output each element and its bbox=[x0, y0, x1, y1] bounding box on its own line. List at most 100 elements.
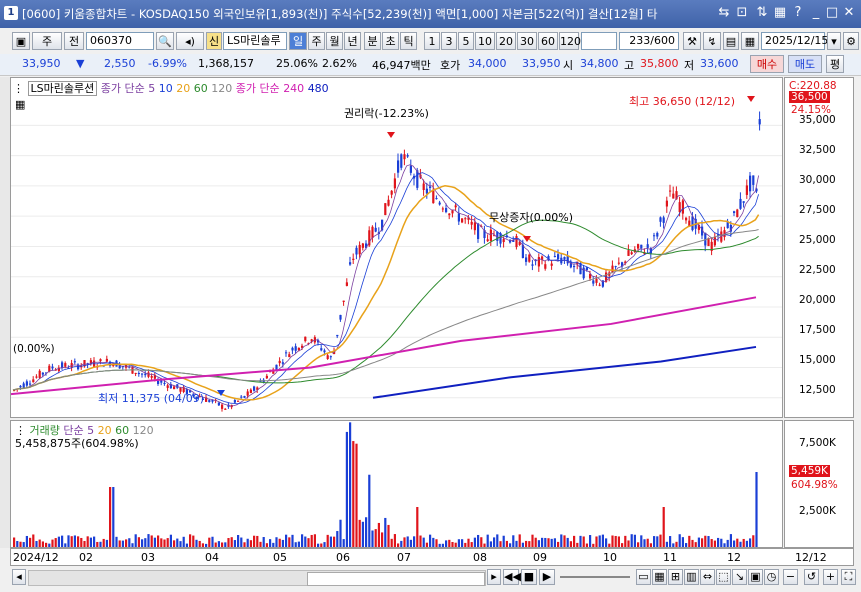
volume-bar bbox=[371, 530, 374, 547]
date-dropdown-icon[interactable]: ▾ bbox=[827, 32, 841, 50]
buy-button[interactable]: 매수 bbox=[750, 55, 784, 73]
tools-icon[interactable]: ⚒ bbox=[683, 32, 701, 50]
tick-5[interactable]: 5 bbox=[458, 32, 474, 50]
tick-120[interactable]: 120 bbox=[559, 32, 581, 50]
prev-menu[interactable]: 전 bbox=[64, 32, 84, 50]
volume-bar bbox=[243, 542, 246, 547]
stock-code-input[interactable]: 060370 bbox=[86, 32, 154, 50]
layout-icon[interactable]: ▣ bbox=[12, 32, 30, 50]
candle bbox=[323, 350, 326, 353]
tick-3[interactable]: 3 bbox=[441, 32, 457, 50]
date-input[interactable]: 2025/12/15 bbox=[761, 32, 828, 50]
count-value: 233 bbox=[629, 34, 651, 47]
search-icon[interactable]: 🔍 bbox=[156, 32, 174, 50]
period-day[interactable]: 일 bbox=[289, 32, 307, 50]
volume-bar bbox=[729, 534, 732, 547]
sort-icon[interactable]: ⇅ bbox=[754, 5, 770, 21]
eval-button[interactable]: 평 bbox=[826, 55, 844, 73]
volume-bar bbox=[467, 538, 470, 547]
price-chart-panel[interactable]: ⋮ LS마린솔루션 종가 단순 5 10 20 60 120 종가 단순 240… bbox=[10, 77, 783, 418]
volume-bar bbox=[227, 538, 230, 547]
volume-bar bbox=[105, 539, 108, 547]
price-tick: 17,500 bbox=[799, 324, 836, 336]
grid-icon[interactable]: ▦ bbox=[772, 5, 788, 21]
tick-30[interactable]: 30 bbox=[517, 32, 537, 50]
tick-10[interactable]: 10 bbox=[475, 32, 495, 50]
zoom-in-icon[interactable]: + bbox=[823, 569, 838, 585]
pin-icon[interactable]: ⊡ bbox=[734, 5, 750, 21]
fullscreen-icon[interactable]: ⛶ bbox=[841, 569, 856, 585]
volume-bar bbox=[736, 538, 739, 547]
period-year[interactable]: 년 bbox=[344, 32, 361, 50]
data-count[interactable]: 233/600 bbox=[619, 32, 679, 50]
candle bbox=[691, 216, 694, 231]
speaker-icon[interactable]: ◂) bbox=[176, 32, 204, 50]
reset-icon[interactable]: ↺ bbox=[804, 569, 819, 585]
price-axis[interactable]: C:220.88 35,000 32,500 30,000 27,500 25,000 2… bbox=[784, 77, 854, 418]
play-icon[interactable]: ▶ bbox=[539, 569, 555, 585]
candle bbox=[291, 347, 294, 351]
volume-bar bbox=[185, 543, 188, 547]
fit-icon[interactable]: ⬚ bbox=[716, 569, 731, 585]
split-icon[interactable]: ⊞ bbox=[668, 569, 683, 585]
capital-increase-annotation: 무상증자(0.00%) bbox=[489, 211, 574, 224]
volume-bar bbox=[470, 542, 473, 547]
candle bbox=[99, 359, 102, 362]
tick-20[interactable]: 20 bbox=[496, 32, 516, 50]
candle bbox=[528, 254, 531, 262]
grid-icon-small[interactable]: ▦ bbox=[652, 569, 667, 585]
period-minute[interactable]: 분 bbox=[364, 32, 381, 50]
calendar-icon[interactable]: ▦ bbox=[741, 32, 759, 50]
zoom-out-icon[interactable]: − bbox=[783, 569, 798, 585]
period-tick[interactable]: 틱 bbox=[400, 32, 417, 50]
scroll-right-icon[interactable]: ▸ bbox=[487, 569, 501, 585]
volume-bar bbox=[29, 537, 32, 547]
label-icon[interactable]: ▣ bbox=[748, 569, 763, 585]
stop-icon[interactable]: ■ bbox=[521, 569, 537, 585]
volume-bar bbox=[435, 539, 438, 547]
volume-bar bbox=[582, 536, 585, 547]
price-chart[interactable] bbox=[11, 78, 782, 417]
horizontal-scrollbar[interactable] bbox=[28, 570, 486, 586]
candle bbox=[221, 404, 224, 409]
volume-bar bbox=[541, 537, 544, 547]
minimize-icon[interactable]: _ bbox=[808, 5, 824, 21]
period-menu[interactable]: 주 bbox=[32, 32, 62, 50]
help-icon[interactable]: ? bbox=[790, 5, 806, 21]
zoom-box-icon[interactable]: ▭ bbox=[636, 569, 651, 585]
volume-bar bbox=[445, 540, 448, 547]
maximize-icon[interactable]: □ bbox=[824, 5, 840, 21]
trend-icon[interactable]: ↯ bbox=[703, 32, 721, 50]
scroll-thumb[interactable] bbox=[307, 572, 485, 586]
volume-bar bbox=[288, 537, 291, 547]
volume-axis[interactable]: 7,500K 5,459K 604.98% 2,500K bbox=[784, 420, 854, 548]
volume-chart-panel[interactable]: ⋮ 거래량 단순 5 20 60 120 5,458,875주(604.98%) bbox=[10, 420, 783, 548]
save-icon[interactable]: ▤ bbox=[723, 32, 739, 50]
chart-type-icon[interactable]: ▥ bbox=[684, 569, 699, 585]
compare-icon[interactable]: ⇔ bbox=[700, 569, 715, 585]
volume-bar bbox=[41, 541, 44, 547]
volume-bar bbox=[22, 542, 25, 547]
scroll-left-icon[interactable]: ◂ bbox=[12, 569, 26, 585]
candle bbox=[553, 256, 556, 258]
speed-slider[interactable] bbox=[560, 576, 630, 578]
history-icon[interactable]: ◷ bbox=[764, 569, 779, 585]
sell-button[interactable]: 매도 bbox=[788, 55, 822, 73]
tick-1[interactable]: 1 bbox=[424, 32, 440, 50]
settings-icon[interactable]: ⚙ bbox=[843, 32, 859, 50]
close-icon[interactable]: ✕ bbox=[841, 5, 857, 21]
custom-tick-input[interactable] bbox=[581, 32, 617, 50]
price-tick: 25,000 bbox=[799, 234, 836, 246]
tick-60[interactable]: 60 bbox=[538, 32, 558, 50]
period-month[interactable]: 월 bbox=[326, 32, 343, 50]
period-second[interactable]: 초 bbox=[382, 32, 399, 50]
table-icon[interactable]: ▦ bbox=[15, 98, 25, 111]
volume-bar bbox=[275, 537, 278, 547]
volume-bar bbox=[749, 538, 752, 547]
volume-bar bbox=[553, 538, 556, 547]
link-icon[interactable]: ⇆ bbox=[716, 5, 732, 21]
volume-bar bbox=[697, 537, 700, 547]
period-week[interactable]: 주 bbox=[308, 32, 325, 50]
rewind-icon[interactable]: ◀◀ bbox=[503, 569, 521, 585]
cursor-icon[interactable]: ↘ bbox=[732, 569, 747, 585]
